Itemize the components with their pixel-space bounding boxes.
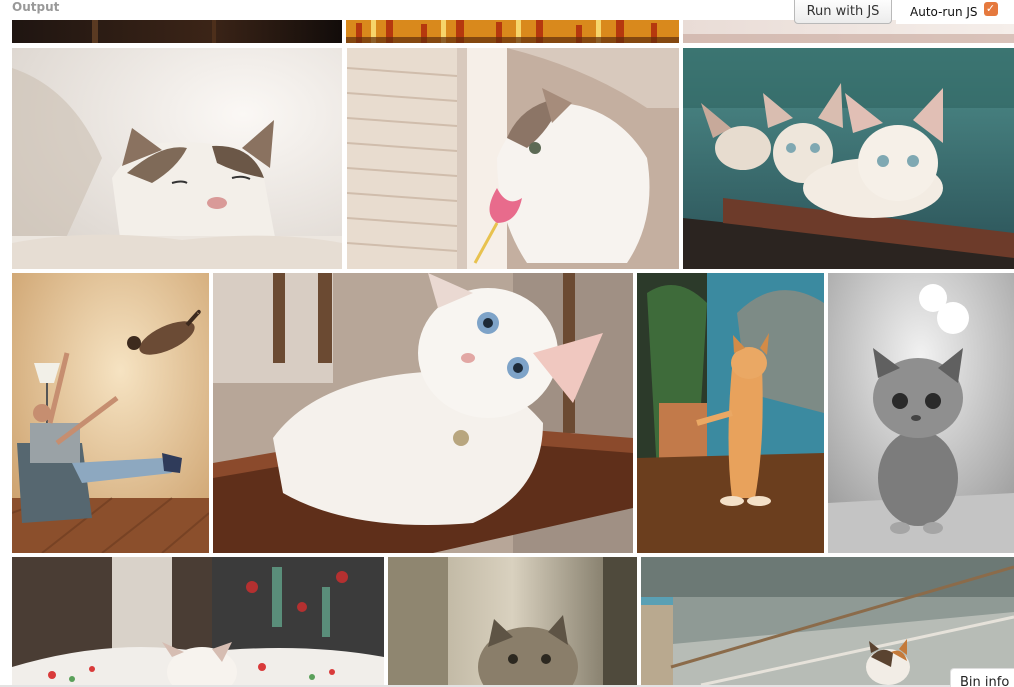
auto-run-toggle[interactable]: Auto-run JS ✓ <box>896 0 1014 24</box>
photo-sleeping-kitten <box>12 48 342 269</box>
output-panel-label: Output <box>12 0 60 14</box>
photo-man-tossing-cat <box>12 273 209 553</box>
photo-kitten-on-pillow <box>12 557 384 685</box>
photo-white-kitten-lying <box>213 273 633 553</box>
photo-calico-kitten-boat <box>641 557 1014 685</box>
auto-run-label: Auto-run JS <box>910 5 978 19</box>
run-with-js-button[interactable]: Run with JS <box>794 0 892 24</box>
photo-orange-kitten-standing <box>637 273 824 553</box>
photo-three-siamese-kittens <box>683 48 1014 269</box>
photo-bw-kitten <box>828 273 1014 553</box>
auto-run-checkbox[interactable]: ✓ <box>983 2 998 16</box>
photo-colorful-top-strip <box>346 20 679 43</box>
photo-dark-top-strip <box>12 20 342 43</box>
bin-info-button[interactable]: Bin info <box>950 668 1014 687</box>
photo-tabby-kitten-sepia <box>388 557 637 685</box>
photo-kitten-pink-toy <box>347 48 679 269</box>
